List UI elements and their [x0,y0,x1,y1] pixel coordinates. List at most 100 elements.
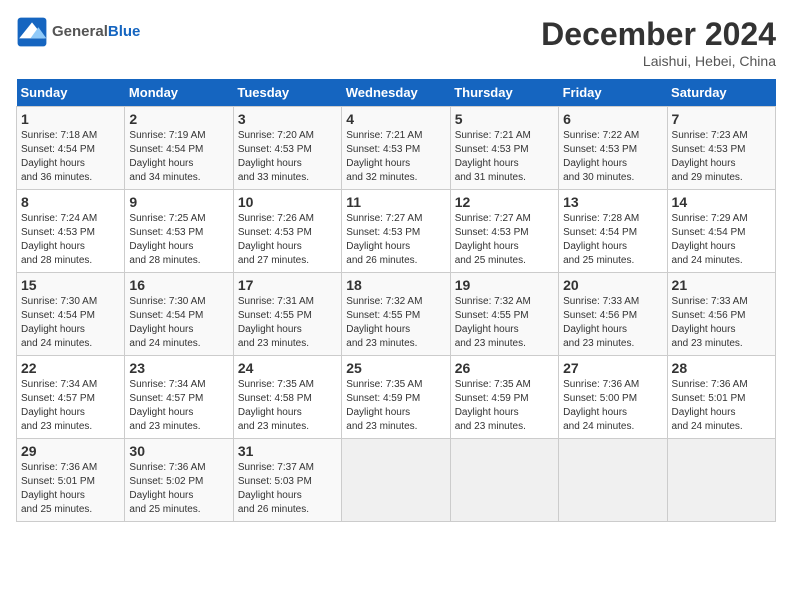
day-info: Sunrise: 7:34 AMSunset: 4:57 PMDaylight … [129,378,228,434]
day-info: Sunrise: 7:25 AMSunset: 4:53 PMDaylight … [129,212,228,268]
calendar-cell: 26 Sunrise: 7:35 AMSunset: 4:59 PMDayligh… [450,356,558,439]
day-info: Sunrise: 7:30 AMSunset: 4:54 PMDaylight … [129,295,228,351]
day-info: Sunrise: 7:18 AMSunset: 4:54 PMDaylight … [21,129,120,185]
calendar-cell: 21 Sunrise: 7:33 AMSunset: 4:56 PMDayligh… [667,273,775,356]
day-info: Sunrise: 7:35 AMSunset: 4:59 PMDaylight … [346,378,445,434]
weekday-header-saturday: Saturday [667,79,775,107]
day-info: Sunrise: 7:19 AMSunset: 4:54 PMDaylight … [129,129,228,185]
calendar-cell: 28Sunrise: 7:36 AMSunset: 5:01 PMDayligh… [667,356,775,439]
calendar-week-1: 1 Sunrise: 7:18 AMSunset: 4:54 PMDaylight… [17,107,776,190]
calendar-table: SundayMondayTuesdayWednesdayThursdayFrid… [16,79,776,522]
calendar-cell: 14 Sunrise: 7:29 AMSunset: 4:54 PMDayligh… [667,190,775,273]
calendar-cell [450,439,558,522]
calendar-cell: 8 Sunrise: 7:24 AMSunset: 4:53 PMDaylight… [17,190,125,273]
calendar-cell: 16 Sunrise: 7:30 AMSunset: 4:54 PMDayligh… [125,273,233,356]
day-number: 1 [21,111,120,127]
day-number: 30 [129,443,228,459]
day-number: 11 [346,194,445,210]
day-number: 17 [238,277,337,293]
day-info: Sunrise: 7:30 AMSunset: 4:54 PMDaylight … [21,295,120,351]
day-info: Sunrise: 7:36 AMSunset: 5:01 PMDaylight … [672,378,771,434]
calendar-cell: 7Sunrise: 7:23 AMSunset: 4:53 PMDaylight… [667,107,775,190]
calendar-cell: 30Sunrise: 7:36 AMSunset: 5:02 PMDayligh… [125,439,233,522]
calendar-cell: 24Sunrise: 7:35 AMSunset: 4:58 PMDayligh… [233,356,341,439]
day-number: 13 [563,194,662,210]
day-info: Sunrise: 7:32 AMSunset: 4:55 PMDaylight … [455,295,554,351]
calendar-cell: 23 Sunrise: 7:34 AMSunset: 4:57 PMDayligh… [125,356,233,439]
calendar-cell: 1 Sunrise: 7:18 AMSunset: 4:54 PMDaylight… [17,107,125,190]
calendar-cell [559,439,667,522]
calendar-week-3: 15 Sunrise: 7:30 AMSunset: 4:54 PMDayligh… [17,273,776,356]
day-number: 15 [21,277,120,293]
calendar-cell: 11 Sunrise: 7:27 AMSunset: 4:53 PMDayligh… [342,190,450,273]
day-info: Sunrise: 7:37 AMSunset: 5:03 PMDaylight … [238,461,337,517]
day-number: 20 [563,277,662,293]
day-info: Sunrise: 7:24 AMSunset: 4:53 PMDaylight … [21,212,120,268]
day-number: 21 [672,277,771,293]
day-number: 3 [238,111,337,127]
day-info: Sunrise: 7:29 AMSunset: 4:54 PMDaylight … [672,212,771,268]
calendar-cell: 18 Sunrise: 7:32 AMSunset: 4:55 PMDayligh… [342,273,450,356]
day-number: 19 [455,277,554,293]
day-number: 7 [672,111,771,127]
weekday-header-row: SundayMondayTuesdayWednesdayThursdayFrid… [17,79,776,107]
logo-text: GeneralBlue [52,24,140,41]
calendar-week-4: 22 Sunrise: 7:34 AMSunset: 4:57 PMDayligh… [17,356,776,439]
day-info: Sunrise: 7:22 AMSunset: 4:53 PMDaylight … [563,129,662,185]
day-number: 10 [238,194,337,210]
weekday-header-wednesday: Wednesday [342,79,450,107]
day-number: 27 [563,360,662,376]
weekday-header-tuesday: Tuesday [233,79,341,107]
weekday-header-thursday: Thursday [450,79,558,107]
day-number: 22 [21,360,120,376]
day-number: 14 [672,194,771,210]
calendar-cell: 9 Sunrise: 7:25 AMSunset: 4:53 PMDaylight… [125,190,233,273]
calendar-cell: 27 Sunrise: 7:36 AMSunset: 5:00 PMDayligh… [559,356,667,439]
calendar-cell [667,439,775,522]
day-info: Sunrise: 7:31 AMSunset: 4:55 PMDaylight … [238,295,337,351]
day-info: Sunrise: 7:33 AMSunset: 4:56 PMDaylight … [672,295,771,351]
day-info: Sunrise: 7:36 AMSunset: 5:00 PMDaylight … [563,378,662,434]
calendar-cell: 25 Sunrise: 7:35 AMSunset: 4:59 PMDayligh… [342,356,450,439]
day-number: 25 [346,360,445,376]
day-number: 23 [129,360,228,376]
title-block: December 2024 Laishui, Hebei, China [541,16,776,69]
day-info: Sunrise: 7:21 AMSunset: 4:53 PMDaylight … [455,129,554,185]
day-info: Sunrise: 7:35 AMSunset: 4:59 PMDaylight … [455,378,554,434]
day-number: 9 [129,194,228,210]
day-number: 2 [129,111,228,127]
day-info: Sunrise: 7:32 AMSunset: 4:55 PMDaylight … [346,295,445,351]
logo: GeneralBlue [16,16,140,48]
day-info: Sunrise: 7:20 AMSunset: 4:53 PMDaylight … [238,129,337,185]
day-number: 29 [21,443,120,459]
calendar-cell: 10 Sunrise: 7:26 AMSunset: 4:53 PMDayligh… [233,190,341,273]
calendar-cell: 2 Sunrise: 7:19 AMSunset: 4:54 PMDaylight… [125,107,233,190]
calendar-cell: 15 Sunrise: 7:30 AMSunset: 4:54 PMDayligh… [17,273,125,356]
day-number: 18 [346,277,445,293]
calendar-body: 1 Sunrise: 7:18 AMSunset: 4:54 PMDaylight… [17,107,776,522]
calendar-cell [342,439,450,522]
calendar-cell: 17 Sunrise: 7:31 AMSunset: 4:55 PMDayligh… [233,273,341,356]
day-number: 31 [238,443,337,459]
calendar-cell: 6Sunrise: 7:22 AMSunset: 4:53 PMDaylight… [559,107,667,190]
calendar-cell: 5 Sunrise: 7:21 AMSunset: 4:53 PMDaylight… [450,107,558,190]
day-number: 12 [455,194,554,210]
weekday-header-friday: Friday [559,79,667,107]
day-number: 5 [455,111,554,127]
day-number: 8 [21,194,120,210]
day-number: 4 [346,111,445,127]
day-number: 16 [129,277,228,293]
day-info: Sunrise: 7:28 AMSunset: 4:54 PMDaylight … [563,212,662,268]
calendar-cell: 22 Sunrise: 7:34 AMSunset: 4:57 PMDayligh… [17,356,125,439]
month-title: December 2024 [541,16,776,53]
day-number: 26 [455,360,554,376]
day-info: Sunrise: 7:26 AMSunset: 4:53 PMDaylight … [238,212,337,268]
calendar-week-2: 8 Sunrise: 7:24 AMSunset: 4:53 PMDaylight… [17,190,776,273]
calendar-cell: 19 Sunrise: 7:32 AMSunset: 4:55 PMDayligh… [450,273,558,356]
day-info: Sunrise: 7:27 AMSunset: 4:53 PMDaylight … [346,212,445,268]
day-info: Sunrise: 7:35 AMSunset: 4:58 PMDaylight … [238,378,337,434]
calendar-cell: 20Sunrise: 7:33 AMSunset: 4:56 PMDayligh… [559,273,667,356]
weekday-header-sunday: Sunday [17,79,125,107]
calendar-cell: 29Sunrise: 7:36 AMSunset: 5:01 PMDayligh… [17,439,125,522]
day-info: Sunrise: 7:34 AMSunset: 4:57 PMDaylight … [21,378,120,434]
